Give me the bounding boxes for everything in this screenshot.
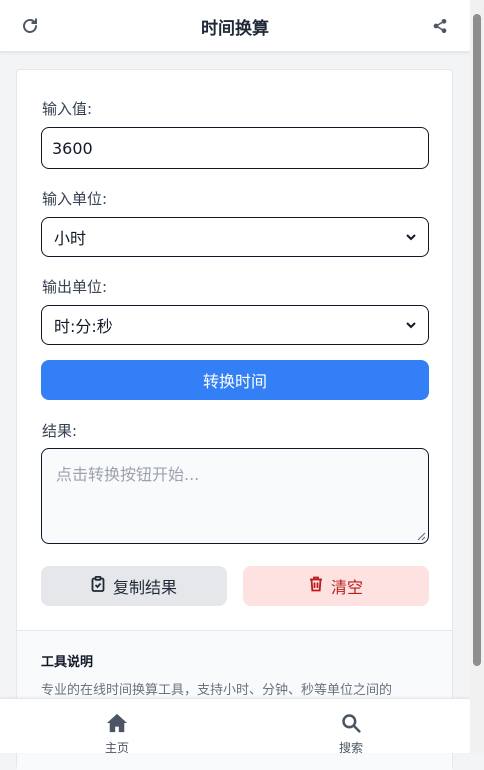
copy-result-button[interactable]: 复制结果 [41,566,227,606]
copy-result-label: 复制结果 [112,578,177,597]
input-unit-select[interactable]: 小时 [41,217,429,257]
tool-description-text: 专业的在线时间换算工具，支持小时、分钟、秒等单位之间的 [41,683,393,698]
clipboard-icon [91,575,105,596]
chevron-down-icon [404,318,418,332]
clear-label: 清空 [330,578,363,597]
chevron-down-icon [404,230,418,244]
converter-card: 输入值: 3600 输入单位: 小时 输出单位: 时:分:秒 转换时间 结果: … [16,69,453,770]
page-scrollbar[interactable] [470,0,484,753]
output-unit-value: 时:分:秒 [54,317,113,336]
share-icon[interactable] [430,16,450,36]
search-icon [341,713,361,737]
clear-button[interactable]: 清空 [243,566,429,606]
input-value-field[interactable]: 3600 [41,127,429,169]
tool-description-title: 工具说明 [41,655,94,670]
input-value-text: 3600 [52,138,93,158]
nav-item-home[interactable]: 主页 [77,713,157,756]
scrollbar-thumb[interactable] [473,14,481,666]
bottom-navigation: 主页 搜索 [0,698,470,756]
output-unit-select[interactable]: 时:分:秒 [41,305,429,345]
input-value-label: 输入值: [42,100,93,118]
input-unit-label: 输入单位: [42,190,108,208]
top-app-bar: 时间换算 [0,0,470,52]
home-icon [106,713,128,737]
result-textarea[interactable]: 点击转换按钮开始... [41,448,429,544]
nav-search-label: 搜索 [338,741,363,755]
page-title: 时间换算 [201,19,269,39]
convert-button[interactable]: 转换时间 [41,360,429,400]
resize-grip-icon[interactable] [416,531,426,541]
output-unit-label: 输出单位: [42,278,108,296]
result-placeholder: 点击转换按钮开始... [56,465,200,484]
result-label: 结果: [42,422,78,440]
trash-icon [309,576,323,596]
nav-home-label: 主页 [104,741,129,755]
nav-item-search[interactable]: 搜索 [311,713,391,756]
input-unit-value: 小时 [54,229,87,248]
